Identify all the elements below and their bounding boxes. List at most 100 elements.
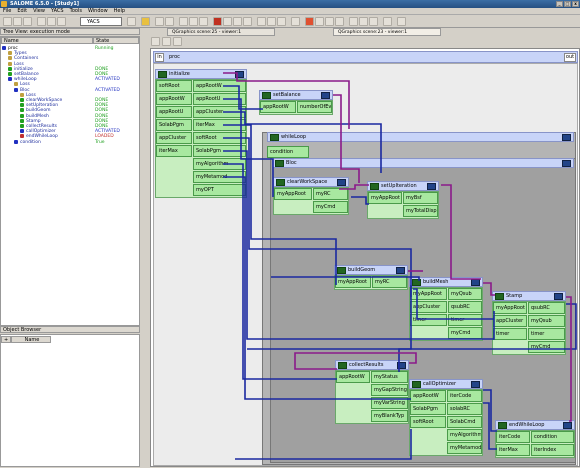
initialize-out-port[interactable]: iterMax — [193, 119, 246, 131]
curve-link-icon[interactable] — [397, 17, 406, 26]
step-icon[interactable] — [257, 17, 266, 26]
object-browser[interactable]: + Name — [0, 334, 140, 467]
stamp-in-port[interactable]: myAppRoot — [493, 302, 527, 314]
open-icon[interactable] — [13, 17, 22, 26]
paste-icon[interactable] — [57, 17, 66, 26]
set-balance-in-port[interactable]: appRootW — [260, 101, 296, 113]
call-optimizer-node-header[interactable]: callOptimizer — [409, 379, 483, 389]
call-optimizer-in-port[interactable]: appRootW — [410, 390, 446, 402]
tab-scene-23[interactable]: QGraphics scene:23 - viewer:1 — [333, 28, 441, 36]
initialize-out-port[interactable]: appRootW — [193, 80, 246, 92]
initialize-in-port[interactable]: iterMax — [156, 145, 192, 157]
menu-edit[interactable]: Edit — [14, 8, 30, 15]
mesh-icon[interactable] — [165, 17, 174, 26]
node-input-gate-icon[interactable] — [158, 71, 167, 78]
build-geom-out-port[interactable]: myRC — [372, 276, 407, 288]
menu-view[interactable]: View — [30, 8, 48, 15]
ob-col-name[interactable]: Name — [11, 336, 51, 343]
col-state[interactable]: State — [93, 37, 139, 44]
grid-icon[interactable] — [335, 17, 344, 26]
end-while-loop-out-port[interactable]: iterIndex — [531, 444, 574, 456]
pan-icon[interactable] — [162, 37, 171, 46]
call-optimizer-in-port[interactable]: softRoot — [410, 416, 446, 428]
tab-scene-25[interactable]: QGraphics scene:25 - viewer:1 — [167, 28, 275, 36]
call-optimizer-in-port[interactable]: SolabPgm — [410, 403, 446, 415]
close-button[interactable]: x — [572, 1, 579, 7]
initialize-out-port[interactable]: myAlgorithm — [193, 158, 246, 170]
breakpoint-icon[interactable] — [267, 17, 276, 26]
set-up-iteration-out-port[interactable]: myBsf — [403, 192, 438, 204]
build-mesh-out-port[interactable]: myCmd — [448, 327, 482, 339]
tree-view[interactable]: Name State proc Running Types Containers Los… — [0, 36, 140, 326]
collect-results-out-port[interactable]: myVarString — [371, 397, 408, 409]
module-selector[interactable]: YACS — [80, 17, 122, 26]
menu-window[interactable]: Window — [85, 8, 111, 15]
build-mesh-out-port[interactable]: timer — [448, 314, 482, 326]
minimize-button[interactable]: _ — [556, 1, 563, 7]
arrange-icon[interactable] — [349, 17, 358, 26]
node-input-gate-icon[interactable] — [498, 422, 507, 429]
node-output-gate-icon[interactable] — [337, 179, 346, 186]
menu-help[interactable]: Help — [111, 8, 128, 15]
node-output-gate-icon[interactable] — [396, 267, 405, 274]
schema-icon[interactable] — [189, 17, 198, 26]
build-mesh-out-port[interactable]: qsubRC — [448, 301, 482, 313]
collect-results-out-port[interactable]: myGapString — [371, 384, 408, 396]
initialize-in-port[interactable]: appCluster — [156, 132, 192, 144]
node-output-gate-icon[interactable] — [471, 381, 480, 388]
clear-work-space-node-header[interactable]: clearWorkSpace — [273, 177, 349, 187]
collect-results-in-port[interactable]: appRootW — [336, 371, 370, 383]
ortho-link-icon[interactable] — [383, 17, 392, 26]
end-while-loop-out-port[interactable]: condition — [531, 431, 574, 443]
collect-results-out-port[interactable]: myStatus — [371, 371, 408, 383]
node-output-gate-icon[interactable] — [397, 362, 406, 369]
node-input-gate-icon[interactable] — [495, 293, 504, 300]
call-optimizer-out-port[interactable]: iterCode — [447, 390, 482, 402]
node-input-gate-icon[interactable] — [276, 179, 285, 186]
resume-icon[interactable] — [243, 17, 252, 26]
yacs-icon[interactable] — [141, 17, 150, 26]
stamp-in-port[interactable]: appCluster — [493, 315, 527, 327]
build-mesh-out-port[interactable]: myQsub — [448, 288, 482, 300]
stamp-out-port[interactable]: myQsub — [528, 315, 565, 327]
clear-work-space-in-port[interactable]: myAppRoot — [274, 188, 312, 200]
fit-icon[interactable] — [325, 17, 334, 26]
module-icon[interactable] — [127, 17, 136, 26]
cut-icon[interactable] — [37, 17, 46, 26]
call-optimizer-out-port[interactable]: myMetamod — [447, 442, 482, 454]
build-mesh-node-header[interactable]: buildMesh — [409, 277, 483, 287]
stamp-out-port[interactable]: myCmd — [528, 341, 565, 353]
stamp-node-header[interactable]: Stamp — [492, 291, 566, 301]
node-input-gate-icon[interactable] — [412, 381, 421, 388]
node-output-gate-icon[interactable] — [427, 183, 436, 190]
initialize-out-port[interactable]: appRootU — [193, 93, 246, 105]
initialize-in-port[interactable]: softRoot — [156, 80, 192, 92]
menu-file[interactable]: File — [0, 8, 14, 15]
geom-icon[interactable] — [155, 17, 164, 26]
initialize-out-port[interactable]: myMetamod — [193, 171, 246, 183]
tree-row[interactable]: condition True — [14, 139, 137, 145]
node-output-gate-icon[interactable] — [563, 422, 572, 429]
set-up-iteration-out-port[interactable]: myTotalDisp — [403, 205, 438, 217]
node-input-gate-icon[interactable] — [370, 183, 379, 190]
col-name[interactable]: Name — [1, 37, 93, 44]
maximize-button[interactable]: □ — [564, 1, 571, 7]
run-icon[interactable] — [223, 17, 232, 26]
node-output-gate-icon[interactable] — [235, 71, 244, 78]
kill-icon[interactable] — [277, 17, 286, 26]
node-input-gate-icon[interactable] — [262, 92, 271, 99]
node-input-gate-icon[interactable] — [412, 279, 421, 286]
set-up-iteration-in-port[interactable]: myAppRoot — [368, 192, 402, 204]
initialize-out-port[interactable]: softRoot — [193, 132, 246, 144]
copy-icon[interactable] — [47, 17, 56, 26]
build-geom-in-port[interactable]: myAppRoot — [335, 276, 371, 288]
menu-yacs[interactable]: YACS — [48, 8, 67, 15]
set-balance-node-header[interactable]: setBalance — [259, 90, 333, 100]
menu-tools[interactable]: Tools — [67, 8, 85, 15]
initialize-out-port[interactable]: SolabPgm — [193, 145, 246, 157]
call-optimizer-out-port[interactable]: SolabCmd — [447, 416, 482, 428]
pause-icon[interactable] — [233, 17, 242, 26]
warning-icon[interactable] — [305, 17, 314, 26]
save-state-icon[interactable] — [291, 17, 300, 26]
initialize-out-port[interactable]: appCluster — [193, 106, 246, 118]
